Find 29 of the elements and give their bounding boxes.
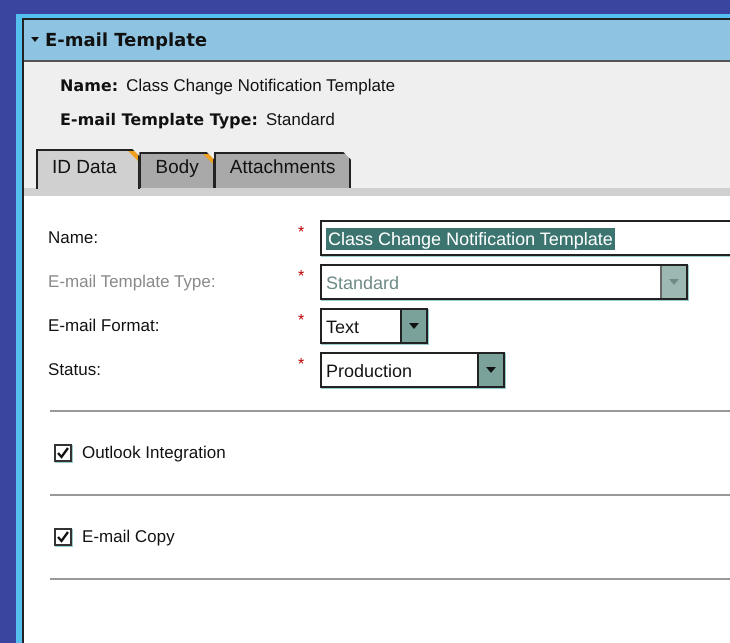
checkmark-icon xyxy=(57,447,69,459)
field-label: Name: xyxy=(48,228,100,248)
tab[interactable]: Body xyxy=(139,152,215,188)
required-asterisk: * xyxy=(298,267,306,286)
checkbox-label: Outlook Integration xyxy=(82,443,226,463)
field-label: E-mail Template Type: xyxy=(48,272,217,292)
summary-value: Class Change Notification Template xyxy=(126,76,396,96)
checkbox-label: E-mail Copy xyxy=(82,527,175,547)
tab[interactable]: ID Data xyxy=(36,149,140,189)
checkbox[interactable] xyxy=(54,444,72,462)
panel-title: E-mail Template xyxy=(45,30,208,50)
dropdown[interactable]: Production xyxy=(320,352,505,388)
tab[interactable]: Attachments xyxy=(214,152,352,188)
required-asterisk: * xyxy=(298,223,306,242)
required-asterisk: * xyxy=(298,355,306,374)
input-field[interactable]: Class Change Notification Template xyxy=(320,220,730,256)
summary-value: Standard xyxy=(266,110,335,130)
checkmark-icon xyxy=(57,531,69,543)
dropdown[interactable]: Text xyxy=(320,308,428,344)
caret-icon xyxy=(486,367,496,373)
required-asterisk: * xyxy=(298,311,306,330)
collapse-triangle-icon[interactable] xyxy=(31,36,39,44)
summary-label: E-mail Template Type: xyxy=(60,110,258,130)
caret-icon xyxy=(669,279,679,285)
caret-icon xyxy=(409,323,419,329)
summary-label: Name: xyxy=(60,76,118,96)
field-label: E-mail Format: xyxy=(48,316,160,336)
field-label: Status: xyxy=(48,360,102,380)
checkbox[interactable] xyxy=(54,528,72,546)
